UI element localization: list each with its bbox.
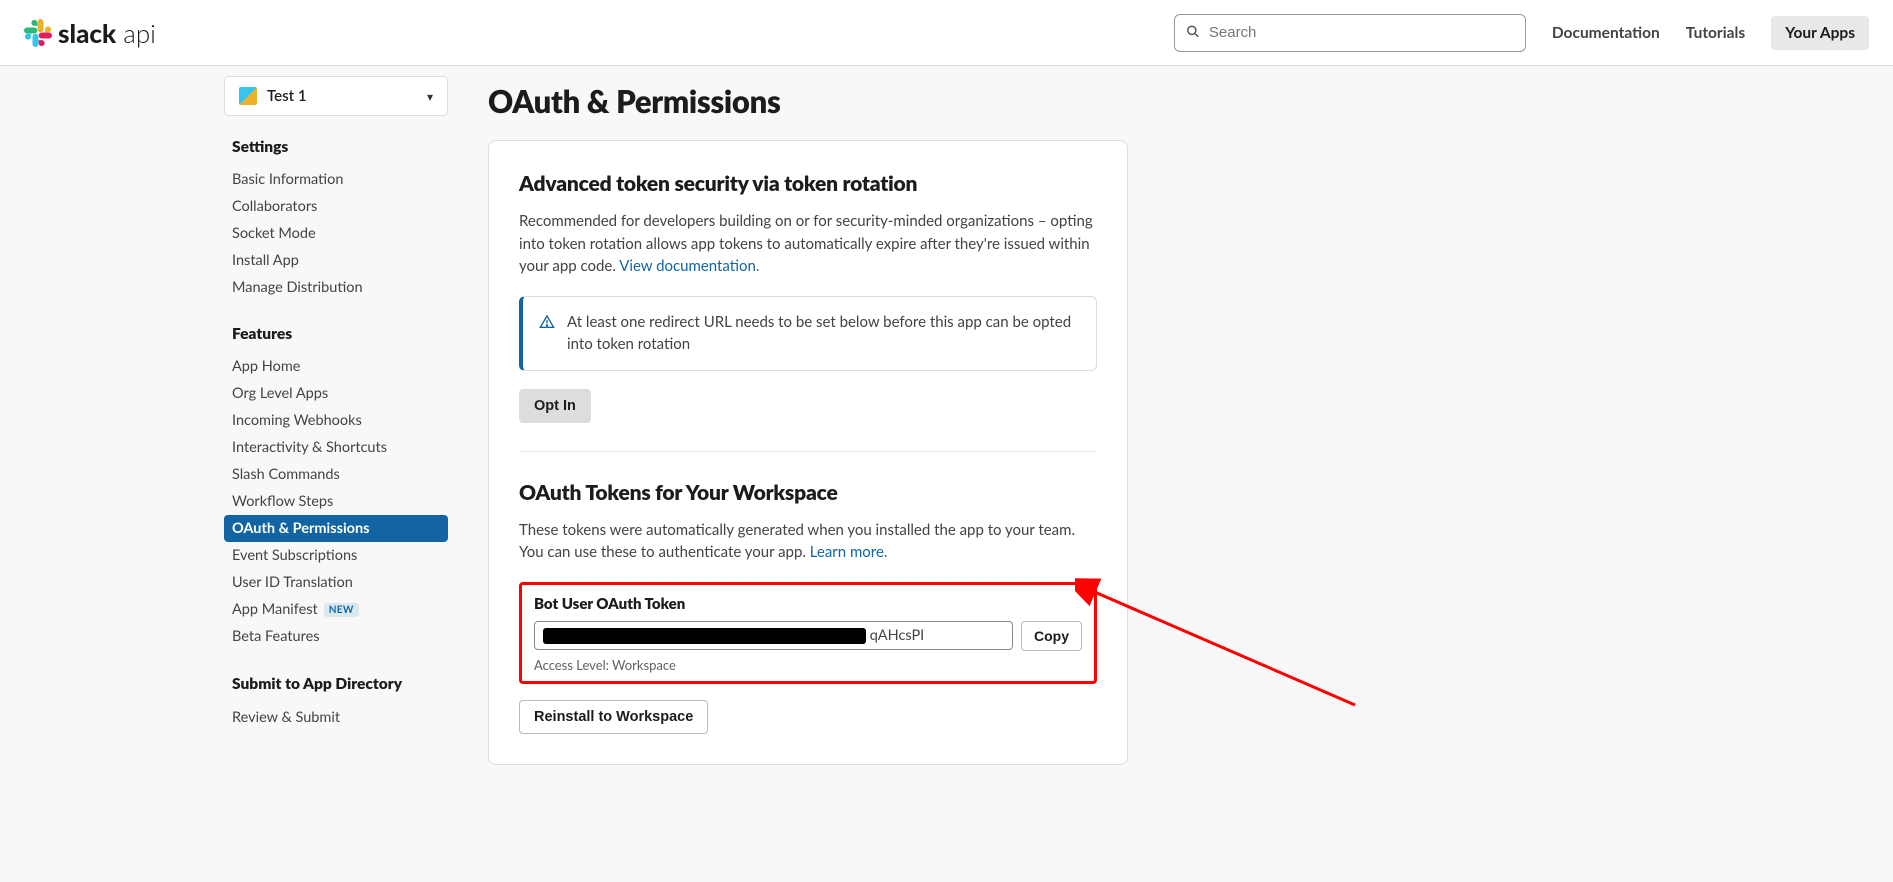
reinstall-button[interactable]: Reinstall to Workspace <box>519 700 708 734</box>
sidebar-item-user-id-translation[interactable]: User ID Translation <box>224 569 448 596</box>
oauth-tokens-text: These tokens were automatically generate… <box>519 519 1097 564</box>
new-badge: NEW <box>324 603 359 617</box>
sidebar-heading: Settings <box>232 138 448 156</box>
sidebar-item-org-level-apps[interactable]: Org Level Apps <box>224 380 448 407</box>
logo[interactable]: slack api <box>24 17 156 49</box>
redirect-url-warning: At least one redirect URL needs to be se… <box>519 296 1097 371</box>
search-input[interactable] <box>1174 14 1526 52</box>
oauth-tokens-title: OAuth Tokens for Your Workspace <box>519 480 1097 505</box>
header: slack api Documentation Tutorials Your A… <box>0 0 1893 66</box>
sidebar-heading: Features <box>232 325 448 343</box>
app-icon <box>239 87 257 105</box>
token-rotation-body: Recommended for developers building on o… <box>519 212 1093 275</box>
app-selector[interactable]: Test 1 ▾ <box>224 76 448 116</box>
sidebar-item-basic-information[interactable]: Basic Information <box>224 166 448 193</box>
sidebar: Test 1 ▾ Settings Basic Information Coll… <box>224 76 448 882</box>
app-select-label: Test 1 <box>267 87 427 105</box>
oauth-tokens-body: These tokens were automatically generate… <box>519 521 1075 562</box>
logo-text: slack api <box>58 17 156 49</box>
content-card: Advanced token security via token rotati… <box>488 140 1128 765</box>
search-box <box>1174 14 1526 52</box>
sidebar-heading: Submit to App Directory <box>232 674 448 694</box>
learn-more-link[interactable]: Learn more. <box>810 543 888 561</box>
redacted-token <box>543 628 866 644</box>
main: OAuth & Permissions Advanced token secur… <box>488 76 1128 882</box>
sidebar-item-incoming-webhooks[interactable]: Incoming Webhooks <box>224 407 448 434</box>
bot-token-label: Bot User OAuth Token <box>534 595 1082 613</box>
sidebar-item-app-manifest[interactable]: App Manifest NEW <box>224 596 448 623</box>
nav-tutorials[interactable]: Tutorials <box>1686 24 1745 42</box>
sidebar-item-socket-mode[interactable]: Socket Mode <box>224 220 448 247</box>
token-rotation-title: Advanced token security via token rotati… <box>519 171 1097 196</box>
sidebar-item-review-submit[interactable]: Review & Submit <box>224 704 448 731</box>
sidebar-item-app-home[interactable]: App Home <box>224 353 448 380</box>
sidebar-item-collaborators[interactable]: Collaborators <box>224 193 448 220</box>
sidebar-item-oauth-permissions[interactable]: OAuth & Permissions <box>224 515 448 542</box>
view-documentation-link[interactable]: View documentation. <box>619 257 759 275</box>
access-level: Access Level: Workspace <box>534 657 1082 673</box>
bot-token-highlight: Bot User OAuth Token qAHcsPI Copy Access… <box>519 582 1097 684</box>
sidebar-item-workflow-steps[interactable]: Workflow Steps <box>224 488 448 515</box>
sidebar-item-interactivity-shortcuts[interactable]: Interactivity & Shortcuts <box>224 434 448 461</box>
page-title: OAuth & Permissions <box>488 82 1128 120</box>
sidebar-group-settings: Settings Basic Information Collaborators… <box>224 138 448 301</box>
sidebar-item-label: App Manifest <box>232 601 318 618</box>
token-rotation-text: Recommended for developers building on o… <box>519 210 1097 278</box>
bot-token-field[interactable]: qAHcsPI <box>534 621 1013 650</box>
sidebar-item-slash-commands[interactable]: Slash Commands <box>224 461 448 488</box>
sidebar-item-install-app[interactable]: Install App <box>224 247 448 274</box>
nav-documentation[interactable]: Documentation <box>1552 24 1660 42</box>
slack-logo-icon <box>24 19 52 47</box>
sidebar-item-beta-features[interactable]: Beta Features <box>224 623 448 650</box>
search-icon <box>1186 24 1200 41</box>
sidebar-group-submit: Submit to App Directory Review & Submit <box>224 674 448 731</box>
alert-text: At least one redirect URL needs to be se… <box>567 311 1080 356</box>
sidebar-item-manage-distribution[interactable]: Manage Distribution <box>224 274 448 301</box>
nav-your-apps[interactable]: Your Apps <box>1771 16 1869 50</box>
warning-icon <box>539 313 555 356</box>
token-tail: qAHcsPI <box>870 627 925 644</box>
sidebar-item-event-subscriptions[interactable]: Event Subscriptions <box>224 542 448 569</box>
divider <box>519 451 1097 452</box>
opt-in-button[interactable]: Opt In <box>519 389 591 423</box>
copy-button[interactable]: Copy <box>1021 621 1082 651</box>
sidebar-group-features: Features App Home Org Level Apps Incomin… <box>224 325 448 650</box>
chevron-down-icon: ▾ <box>427 89 433 104</box>
